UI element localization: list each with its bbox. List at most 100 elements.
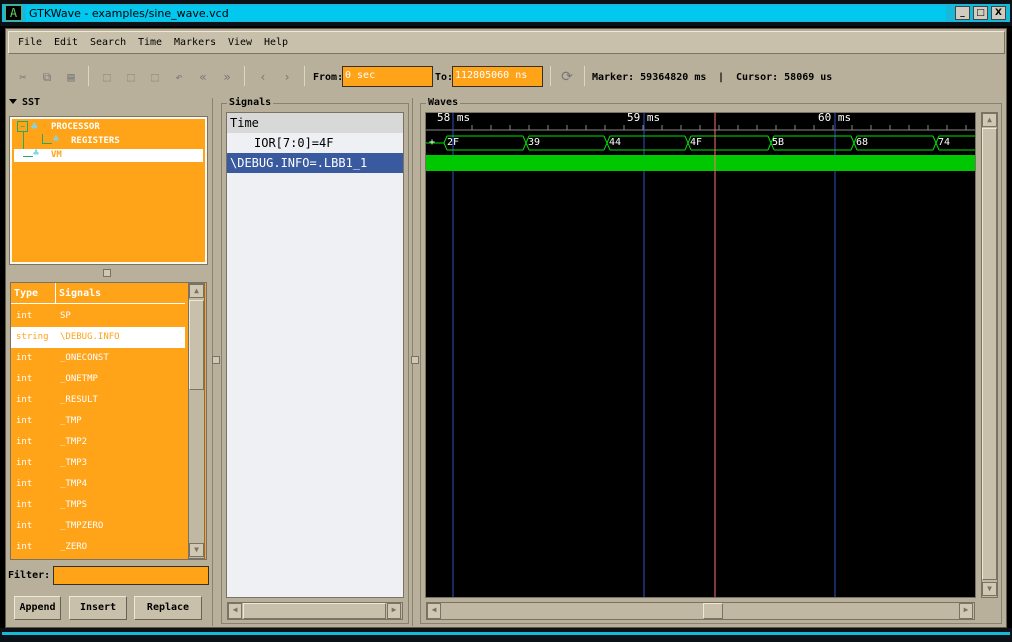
- row-name: _TMP: [60, 416, 82, 426]
- append-button[interactable]: Append: [14, 596, 61, 620]
- scroll-right-icon[interactable]: ▶: [959, 603, 973, 619]
- signal-row-ior[interactable]: IOR[7:0]=4F: [254, 136, 333, 150]
- row-type: int: [16, 353, 33, 363]
- scroll-down-icon[interactable]: ▼: [189, 543, 204, 557]
- pane-splitter-handle[interactable]: [103, 269, 111, 277]
- list-item[interactable]: int _TMP4: [11, 474, 185, 495]
- scroll-down-icon[interactable]: ▼: [982, 582, 997, 596]
- signals-pane: [226, 112, 404, 598]
- waves-hscrollbar[interactable]: [426, 602, 975, 620]
- scroll-left-icon[interactable]: ◀: [228, 603, 242, 619]
- window-bottom-border: [0, 628, 1012, 642]
- menu-search[interactable]: Search: [90, 36, 126, 49]
- to-field[interactable]: 112805060 ns: [452, 66, 543, 87]
- copy-icon[interactable]: ⧉: [38, 68, 56, 86]
- row-name: _TMP2: [60, 437, 88, 447]
- toolbar-separator: [584, 66, 585, 86]
- tree-item-registers[interactable]: REGISTERS: [71, 136, 120, 147]
- list-item[interactable]: int _TMPS: [11, 495, 185, 516]
- scrollbar-thumb[interactable]: [189, 300, 204, 390]
- signal-row-debug-info: \DEBUG.INFO=.LBB1_1: [230, 156, 368, 170]
- column-divider: [55, 283, 56, 304]
- maximize-button[interactable]: □: [973, 6, 988, 20]
- marker-readout: Marker: 59364820 ms: [592, 72, 707, 83]
- scroll-left-icon[interactable]: ◀: [427, 603, 441, 619]
- tree-item-processor[interactable]: PROCESSOR: [51, 122, 100, 133]
- hierarchy-icon: ♣: [53, 134, 60, 145]
- row-type: int: [16, 437, 33, 447]
- row-name: _TMP4: [60, 479, 88, 489]
- row-name: _ONECONST: [60, 353, 109, 363]
- replace-button[interactable]: Replace: [134, 596, 202, 620]
- sst-expander-icon[interactable]: [9, 99, 17, 104]
- signals-label: Signals: [227, 97, 274, 109]
- menu-markers[interactable]: Markers: [174, 36, 216, 49]
- menu-time[interactable]: Time: [138, 36, 162, 49]
- column-signals[interactable]: Signals: [59, 288, 101, 299]
- time-tick: 59 ms: [627, 111, 661, 124]
- cut-icon[interactable]: ✂: [14, 68, 32, 86]
- debug-info-waveform: [426, 155, 975, 171]
- filter-input[interactable]: [53, 566, 209, 585]
- find-next-edge-icon[interactable]: ›: [278, 68, 296, 86]
- list-item[interactable]: int _TMP: [11, 411, 185, 432]
- list-item[interactable]: int _RESULT: [11, 390, 185, 411]
- menu-file[interactable]: File: [18, 36, 42, 49]
- list-item[interactable]: int _TMP3: [11, 453, 185, 474]
- pane-splitter-handle[interactable]: [212, 356, 220, 364]
- menu-edit[interactable]: Edit: [54, 36, 78, 49]
- row-name: _TMP3: [60, 458, 88, 468]
- column-type[interactable]: Type: [14, 288, 38, 299]
- paste-icon[interactable]: ▤: [62, 68, 80, 86]
- readout-separator: |: [718, 72, 725, 83]
- reload-icon[interactable]: ⟳: [558, 68, 576, 86]
- zoom-out-icon[interactable]: ⬚: [146, 68, 164, 86]
- undo-zoom-icon[interactable]: ↶: [170, 68, 188, 86]
- toolbar-separator: [88, 66, 89, 86]
- list-item[interactable]: string \DEBUG.INFO: [11, 327, 185, 348]
- zoom-end-icon[interactable]: »: [218, 68, 236, 86]
- zoom-fit-icon[interactable]: ⬚: [98, 68, 116, 86]
- from-field[interactable]: 0 sec: [342, 66, 433, 87]
- toolbar-separator: [304, 66, 305, 86]
- toolbar-separator: [550, 66, 551, 86]
- menu-view[interactable]: View: [228, 36, 252, 49]
- scroll-up-icon[interactable]: ▲: [189, 284, 204, 298]
- waves-label: Waves: [426, 97, 461, 109]
- row-type: int: [16, 521, 33, 531]
- close-button[interactable]: X: [991, 6, 1006, 20]
- scrollbar-thumb[interactable]: [243, 603, 386, 619]
- bus-value: 39: [528, 137, 541, 148]
- row-name: \DEBUG.INFO: [60, 332, 120, 342]
- scrollbar-thumb[interactable]: [982, 128, 997, 580]
- scroll-right-icon[interactable]: ▶: [387, 603, 401, 619]
- row-name: _TMPZERO: [60, 521, 104, 531]
- minimize-button[interactable]: _: [955, 6, 970, 20]
- row-type: int: [16, 395, 33, 405]
- collapse-icon[interactable]: −: [17, 121, 28, 132]
- gtkwave-app-icon: A: [5, 5, 22, 21]
- find-prev-edge-icon[interactable]: ‹: [254, 68, 272, 86]
- bus-value: 2F: [447, 137, 460, 148]
- zoom-start-icon[interactable]: «: [194, 68, 212, 86]
- list-item[interactable]: int _ONETMP: [11, 369, 185, 390]
- tree-item-vm[interactable]: VM: [51, 150, 62, 161]
- list-item[interactable]: int SP: [11, 306, 185, 327]
- filter-label: Filter:: [8, 570, 51, 581]
- list-item[interactable]: int _TMPZERO: [11, 516, 185, 537]
- scroll-up-icon[interactable]: ▲: [982, 113, 997, 127]
- row-type: int: [16, 416, 33, 426]
- list-item[interactable]: int _ZERO: [11, 537, 185, 558]
- zoom-in-icon[interactable]: ⬚: [122, 68, 140, 86]
- list-item[interactable]: int _TMP2: [11, 432, 185, 453]
- window-title: GTKWave - examples/sine_wave.vcd: [26, 6, 946, 21]
- bus-value: 4F: [690, 137, 703, 148]
- scrollbar-thumb[interactable]: [703, 603, 723, 619]
- cursor-readout: Cursor: 58069 us: [736, 72, 833, 83]
- list-item[interactable]: int _ONECONST: [11, 348, 185, 369]
- insert-button[interactable]: Insert: [69, 596, 127, 620]
- menu-help[interactable]: Help: [264, 36, 288, 49]
- waveform-svg[interactable]: [426, 113, 975, 597]
- row-name: _RESULT: [60, 395, 98, 405]
- pane-splitter-handle[interactable]: [411, 356, 419, 364]
